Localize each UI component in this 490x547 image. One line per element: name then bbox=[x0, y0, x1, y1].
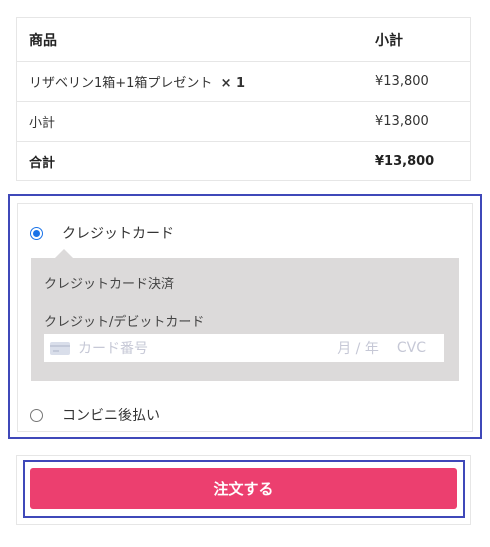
subtotal-row: 小計 ¥13,800 bbox=[17, 101, 470, 141]
item-price: ¥13,800 bbox=[375, 74, 429, 89]
header-product: 商品 bbox=[29, 32, 57, 49]
item-quantity: × 1 bbox=[220, 76, 246, 91]
total-value: ¥13,800 bbox=[375, 153, 435, 169]
credit-card-radio[interactable] bbox=[30, 226, 43, 240]
payment-method-credit-card[interactable]: クレジットカード bbox=[30, 223, 174, 243]
card-number-placeholder[interactable]: カード番号 bbox=[78, 338, 337, 358]
subtotal-value: ¥13,800 bbox=[375, 114, 429, 129]
total-row: 合計 ¥13,800 bbox=[17, 141, 470, 180]
card-cvc-placeholder[interactable]: CVC bbox=[397, 340, 426, 356]
card-number-input[interactable]: カード番号 月 / 年 CVC bbox=[44, 334, 444, 362]
payment-method-konbini[interactable]: コンビニ後払い bbox=[30, 405, 160, 425]
subtotal-label: 小計 bbox=[29, 116, 56, 131]
card-panel-title: クレジットカード決済 bbox=[44, 277, 175, 292]
total-label: 合計 bbox=[29, 155, 56, 171]
table-row: リザベリン1箱+1箱プレゼント × 1 ¥13,800 bbox=[17, 61, 470, 101]
credit-card-label[interactable]: クレジットカード bbox=[62, 223, 174, 243]
header-subtotal: 小計 bbox=[375, 32, 403, 49]
payment-methods-section: クレジットカード クレジットカード決済 クレジット/デビットカード カード番号 … bbox=[8, 194, 482, 439]
card-field-label: クレジット/デビットカード bbox=[44, 315, 205, 330]
credit-card-panel: クレジットカード決済 クレジット/デビットカード カード番号 月 / 年 CVC bbox=[31, 249, 459, 381]
table-header-row: 商品 小計 bbox=[17, 18, 470, 61]
konbini-radio[interactable] bbox=[30, 408, 43, 422]
order-summary-table: 商品 小計 リザベリン1箱+1箱プレゼント × 1 ¥13,800 小計 ¥13… bbox=[16, 17, 471, 181]
konbini-label[interactable]: コンビニ後払い bbox=[62, 405, 160, 425]
item-name-cell: リザベリン1箱+1箱プレゼント × 1 bbox=[17, 72, 375, 91]
credit-card-icon bbox=[50, 341, 70, 355]
payment-methods-list: クレジットカード クレジットカード決済 クレジット/デビットカード カード番号 … bbox=[17, 203, 473, 432]
item-name: リザベリン1箱+1箱プレゼント bbox=[29, 76, 213, 91]
place-order-button[interactable]: 注文する bbox=[30, 468, 457, 509]
place-order-highlight: 注文する bbox=[23, 460, 465, 518]
card-expiry-placeholder[interactable]: 月 / 年 bbox=[337, 338, 379, 358]
